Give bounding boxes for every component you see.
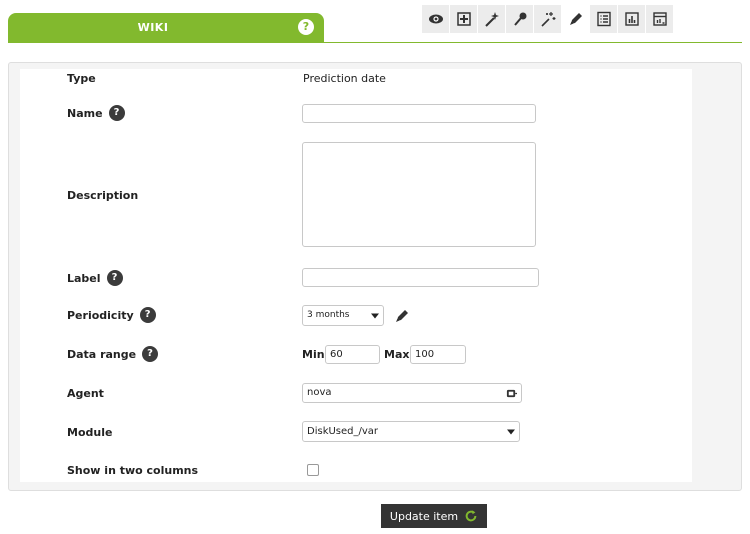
max-input[interactable] <box>410 345 466 364</box>
widget-editor: WIKI ? Type Prediction date Name ? Descr… <box>0 0 750 534</box>
pencil-icon <box>569 13 582 25</box>
pin-icon <box>513 12 526 26</box>
two-columns-label: Show in two columns <box>67 463 199 477</box>
label-input[interactable] <box>302 268 539 287</box>
wiki-tab-label: WIKI <box>137 21 169 34</box>
pin-button[interactable] <box>506 5 534 33</box>
agent-browse-icon[interactable] <box>506 388 517 399</box>
min-input[interactable] <box>325 345 380 364</box>
chevron-down-icon <box>371 313 379 318</box>
help-icon[interactable]: ? <box>106 270 123 286</box>
data-range-label: Data range? <box>67 345 159 363</box>
wizard-sparkle-icon <box>540 12 555 27</box>
refresh-icon <box>465 510 477 522</box>
periodicity-value: 3 months <box>307 310 350 320</box>
periodicity-label: Periodicity? <box>67 306 156 324</box>
description-textarea[interactable] <box>302 142 536 247</box>
eye-icon <box>428 14 443 24</box>
table-chart-icon <box>652 12 667 26</box>
form-right-panel <box>540 78 690 462</box>
add-button[interactable] <box>450 5 478 33</box>
list-button[interactable] <box>590 5 618 33</box>
description-label: Description <box>67 188 139 202</box>
help-icon[interactable]: ? <box>108 105 125 121</box>
chevron-down-icon <box>507 429 515 434</box>
label-field-label: Label? <box>67 269 123 287</box>
header-divider <box>8 42 742 43</box>
pencil-icon[interactable] <box>394 308 410 324</box>
bar-chart-button[interactable] <box>618 5 646 33</box>
agent-value: nova <box>307 387 332 398</box>
agent-input[interactable]: nova <box>302 383 522 403</box>
view-button[interactable] <box>422 5 450 33</box>
list-icon <box>596 11 611 27</box>
type-label: Type <box>67 71 96 85</box>
wiki-tab[interactable]: WIKI ? <box>8 13 324 42</box>
plus-box-icon <box>456 12 471 26</box>
form-left-panel <box>20 69 62 482</box>
help-icon[interactable]: ? <box>298 19 314 35</box>
update-item-button[interactable]: Update item <box>381 504 487 528</box>
table-chart-button[interactable] <box>646 5 674 33</box>
bar-chart-icon <box>624 12 639 26</box>
wizard-button[interactable] <box>478 5 506 33</box>
help-icon[interactable]: ? <box>142 346 159 362</box>
type-value: Prediction date <box>303 72 386 85</box>
agent-label: Agent <box>67 386 104 400</box>
module-select[interactable]: DiskUsed_/var <box>302 421 520 442</box>
help-icon[interactable]: ? <box>139 307 156 323</box>
name-label: Name? <box>67 104 125 122</box>
periodicity-select[interactable]: 3 months <box>302 305 384 326</box>
toolbar <box>422 5 674 33</box>
module-value: DiskUsed_/var <box>307 426 379 437</box>
magic-wand-icon <box>484 12 499 27</box>
update-item-label: Update item <box>389 509 459 523</box>
name-input[interactable] <box>302 104 536 123</box>
two-columns-checkbox[interactable] <box>307 464 319 476</box>
edit-button[interactable] <box>562 5 590 33</box>
sparkle-wizard-button[interactable] <box>534 5 562 33</box>
module-label: Module <box>67 425 113 439</box>
